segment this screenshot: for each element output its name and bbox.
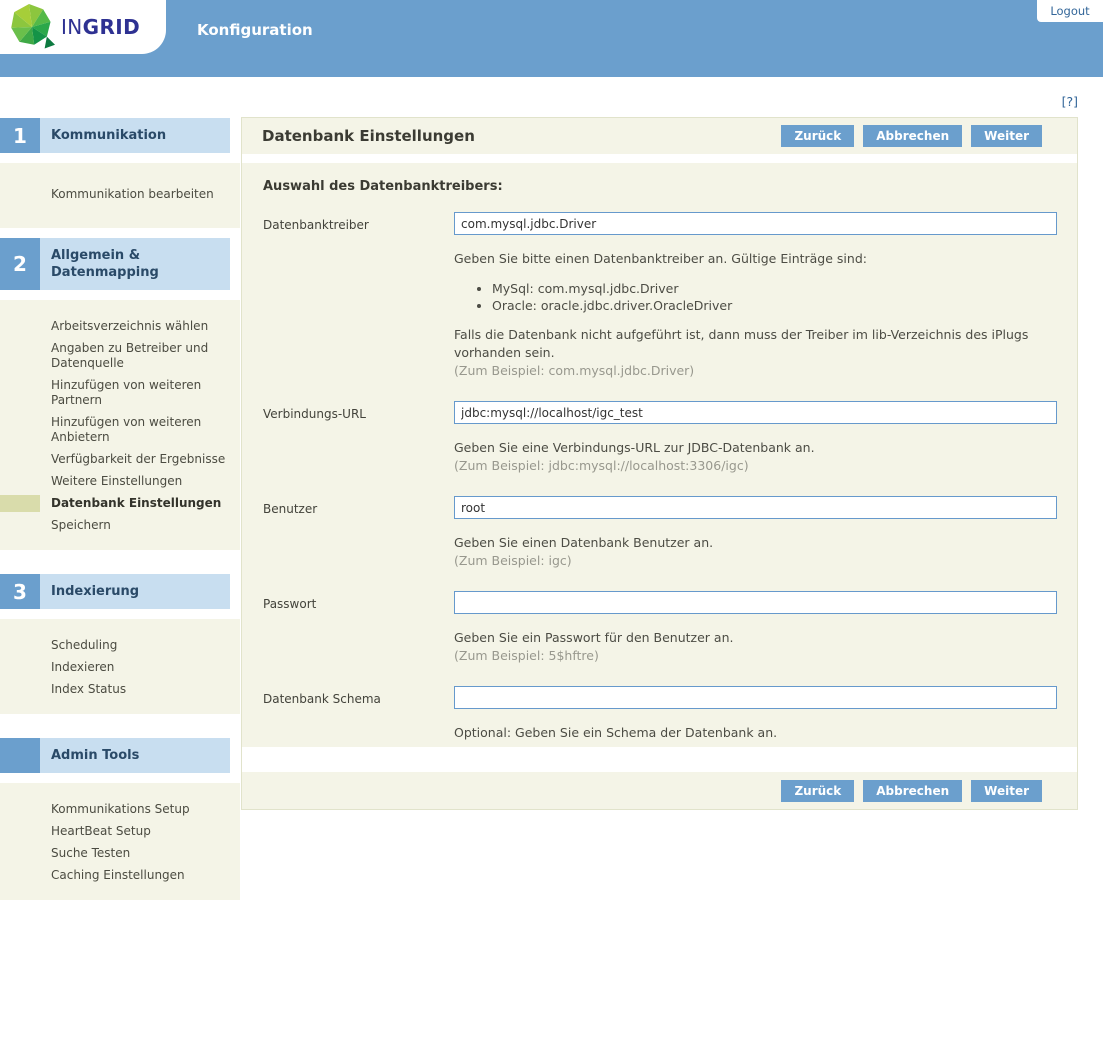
datenbank-schema-input[interactable] [454,686,1057,709]
logo: INGRID [0,0,166,54]
section-items: Kommunikations Setup HeartBeat Setup Suc… [0,783,240,900]
help-text: Geben Sie ein Passwort für den Benutzer … [454,629,1057,647]
sidebar-item-kommunikations-setup[interactable]: Kommunikations Setup [0,802,240,817]
passwort-input[interactable] [454,591,1057,614]
sidebar-item-weitere-anbieter[interactable]: Hinzufügen von weiteren Anbietern [0,415,240,445]
sidebar-item-weitere-partner[interactable]: Hinzufügen von weiteren Partnern [0,378,240,408]
database-settings-form: Auswahl des Datenbanktreibers: Datenbank… [242,163,1077,747]
help-text: Geben Sie einen Datenbank Benutzer an. [454,534,1057,552]
bottom-button-row: Zurück Abbrechen Weiter [242,772,1077,809]
sidebar-item-speichern[interactable]: Speichern [0,518,240,533]
example-text: (Zum Beispiel: igc) [454,552,1057,570]
example-text: (Zum Beispiel: jdbc:mysql://localhost:33… [454,457,1057,475]
section-number: 1 [0,118,40,153]
form-row-datenbanktreiber: Datenbanktreiber Geben Sie bitte einen D… [263,212,1057,380]
separator [242,747,1077,772]
sidebar-item-suche-testen[interactable]: Suche Testen [0,846,240,861]
sidebar-item-verfuegbarkeit[interactable]: Verfügbarkeit der Ergebnisse [0,452,240,467]
form-row-passwort: Passwort Geben Sie ein Passwort für den … [263,591,1057,665]
form-section-heading: Auswahl des Datenbanktreibers: [263,179,1057,194]
sidebar-section-allgemein-datenmapping: 2 Allgemein & Datenmapping [0,238,240,290]
example-text: (Zum Beispiel: com.mysql.jdbc.Driver) [454,362,1057,380]
example-text: (Zum Beispiel: 5$hftre) [454,647,1057,665]
sidebar-item-indexieren[interactable]: Indexieren [0,660,240,675]
top-button-row: Zurück Abbrechen Weiter [772,125,1042,147]
cancel-button-top[interactable]: Abbrechen [863,125,962,147]
section-title: Indexierung [40,574,230,609]
help-text: Geben Sie eine Verbindungs-URL zur JDBC-… [454,439,1057,457]
section-items: Scheduling Indexieren Index Status [0,619,240,714]
field-label: Verbindungs-URL [263,401,454,475]
page-title: Konfiguration [197,21,313,39]
separator [242,154,1077,163]
sidebar-item-angaben-betreiber[interactable]: Angaben zu Betreiber und Datenquelle [0,341,240,371]
help-note: Falls die Datenbank nicht aufgeführt ist… [454,326,1057,362]
brand-text: INGRID [61,15,140,39]
field-help: Geben Sie einen Datenbank Benutzer an. (… [454,534,1057,570]
list-item: Oracle: oracle.jdbc.driver.OracleDriver [492,297,1057,314]
driver-examples-list: MySql: com.mysql.jdbc.Driver Oracle: ora… [454,280,1057,314]
logout-link[interactable]: Logout [1050,4,1089,18]
section-title: Admin Tools [40,738,230,773]
field-label: Passwort [263,591,454,665]
content-panel: Datenbank Einstellungen Zurück Abbrechen… [241,117,1078,810]
help-text: Optional: Geben Sie ein Schema der Daten… [454,724,1057,742]
field-help: Geben Sie ein Passwort für den Benutzer … [454,629,1057,665]
section-title: Kommunikation [40,118,230,153]
sidebar-item-arbeitsverzeichnis[interactable]: Arbeitsverzeichnis wählen [0,319,240,334]
sidebar-item-caching-einstellungen[interactable]: Caching Einstellungen [0,868,240,883]
help-link[interactable]: [?] [1062,94,1078,109]
verbindungs-url-input[interactable] [454,401,1057,424]
content-title: Datenbank Einstellungen [262,127,475,145]
back-button-bottom[interactable]: Zurück [781,780,854,802]
section-number: 3 [0,574,40,609]
back-button-top[interactable]: Zurück [781,125,854,147]
list-item: MySql: com.mysql.jdbc.Driver [492,280,1057,297]
section-title: Allgemein & Datenmapping [40,238,230,290]
field-help: Geben Sie bitte einen Datenbanktreiber a… [454,250,1057,380]
sidebar-item-kommunikation-bearbeiten[interactable]: Kommunikation bearbeiten [0,187,240,202]
active-item-marker [0,495,40,512]
header-bar: INGRID Konfiguration Logout [0,0,1103,77]
field-label: Benutzer [263,496,454,570]
form-row-verbindungs-url: Verbindungs-URL Geben Sie eine Verbindun… [263,401,1057,475]
section-number [0,738,40,773]
benutzer-input[interactable] [454,496,1057,519]
field-help: Optional: Geben Sie ein Schema der Daten… [454,724,1057,742]
sidebar-item-scheduling[interactable]: Scheduling [0,638,240,653]
logout-button[interactable]: Logout [1037,0,1103,22]
sidebar-nav: 1 Kommunikation Kommunikation bearbeiten… [0,118,240,910]
field-label: Datenbank Schema [263,686,454,742]
help-text: Geben Sie bitte einen Datenbanktreiber a… [454,250,1057,268]
content-title-bar: Datenbank Einstellungen Zurück Abbrechen… [242,118,1077,154]
section-items: Arbeitsverzeichnis wählen Angaben zu Bet… [0,300,240,550]
ingrid-gem-icon [9,2,55,52]
field-label: Datenbanktreiber [263,212,454,380]
datenbanktreiber-input[interactable] [454,212,1057,235]
form-row-datenbank-schema: Datenbank Schema Optional: Geben Sie ein… [263,686,1057,742]
sidebar-item-datenbank-einstellungen[interactable]: Datenbank Einstellungen [0,496,240,511]
sidebar-section-kommunikation: 1 Kommunikation [0,118,240,153]
next-button-top[interactable]: Weiter [971,125,1042,147]
section-items: Kommunikation bearbeiten [0,163,240,228]
sidebar-item-weitere-einstellungen[interactable]: Weitere Einstellungen [0,474,240,489]
form-row-benutzer: Benutzer Geben Sie einen Datenbank Benut… [263,496,1057,570]
sidebar-section-admin-tools: Admin Tools [0,738,240,773]
cancel-button-bottom[interactable]: Abbrechen [863,780,962,802]
sidebar-item-label: Datenbank Einstellungen [51,496,221,510]
sidebar-item-heartbeat-setup[interactable]: HeartBeat Setup [0,824,240,839]
sidebar-section-indexierung: 3 Indexierung [0,574,240,609]
sidebar-item-index-status[interactable]: Index Status [0,682,240,697]
next-button-bottom[interactable]: Weiter [971,780,1042,802]
field-help: Geben Sie eine Verbindungs-URL zur JDBC-… [454,439,1057,475]
section-number: 2 [0,238,40,290]
